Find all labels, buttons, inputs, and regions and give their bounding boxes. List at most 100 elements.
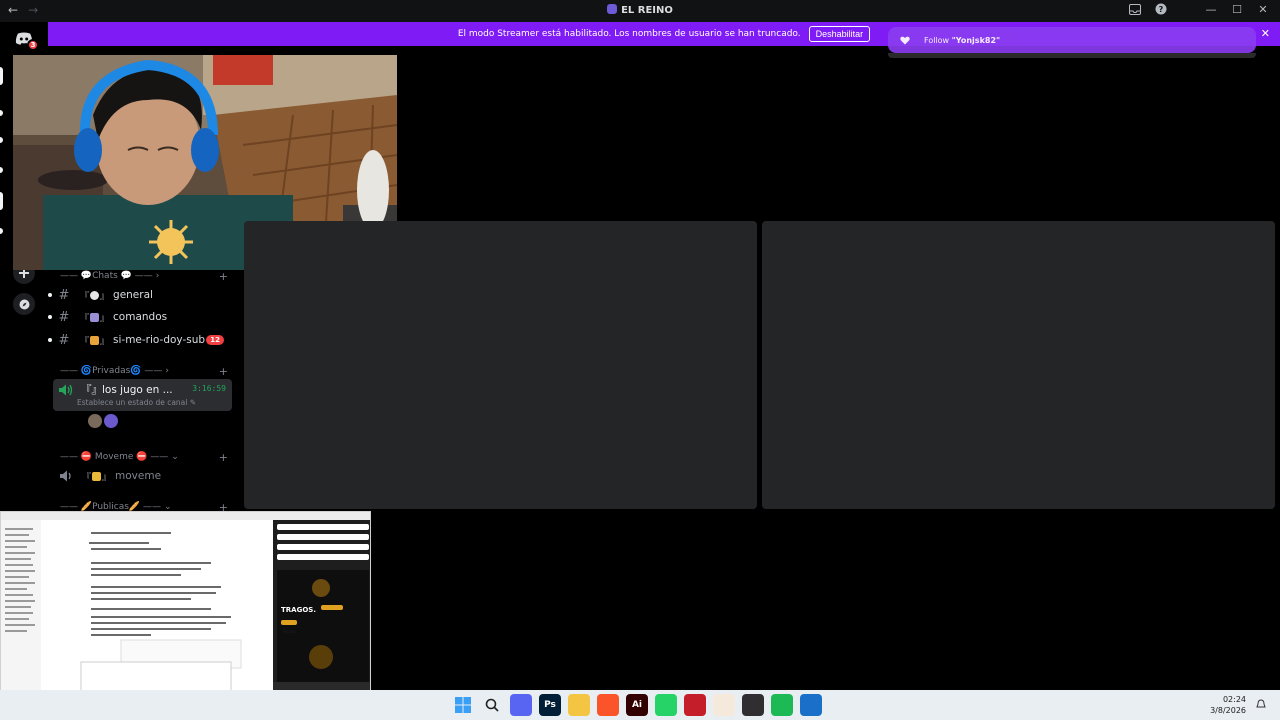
screen-heading: TRAGOS. [281,606,316,614]
shield-app-icon[interactable] [800,694,822,716]
inbox-icon[interactable] [1128,2,1142,16]
compass-icon [19,299,29,309]
channel-general[interactable]: # 『』 general [48,285,234,305]
category-privadas[interactable]: —— 🌀Privadas🌀 —— › + [60,365,228,378]
server-indicator [0,228,3,234]
gift-icon [90,335,100,345]
voice-channel-moveme[interactable]: 『』 moveme [54,466,234,486]
minimize-button[interactable]: — [1204,2,1218,16]
channel-emoji: 『』 [82,470,111,483]
bracket-close: 』 [102,472,112,483]
windows-start-icon[interactable] [452,694,474,716]
bracket-close: 』 [100,291,110,302]
video-editor-icon[interactable] [684,694,706,716]
follow-alert-text: Follow "Yonjsk82" [924,36,1000,45]
bracket-open: 『 [80,291,90,302]
banner-close-icon[interactable]: ✕ [1261,27,1270,40]
follow-prefix: Follow [924,35,950,45]
bracket-close: 』 [91,384,103,396]
screen-share-overlay: TRAGOS. Promo [0,511,371,710]
illustrator-icon[interactable]: Ai [626,694,648,716]
disable-streamer-mode-button[interactable]: Deshabilitar [808,26,871,42]
hash-icon: # [58,287,70,303]
window-title-text: EL REINO [621,5,673,16]
notification-badge: 3 [27,39,39,51]
video-tile-1[interactable] [244,221,757,509]
hash-icon: # [58,309,70,325]
bracket-open: 『 [80,313,90,324]
category-chats[interactable]: —— 💬Chats 💬 —— › + [60,270,228,283]
whatsapp-icon[interactable] [655,694,677,716]
help-icon[interactable]: ? [1154,2,1168,16]
channel-name: general [113,289,153,301]
close-button[interactable]: ✕ [1256,2,1270,16]
channel-name: si-me-rio-doy-sub [113,334,206,346]
channel-emoji: 『』 [80,334,109,347]
photoshop-icon[interactable]: Ps [539,694,561,716]
clock-time: 02:24 [1222,695,1246,704]
app-root: ← → EL REINO ? — ☐ ✕ 3 El modo Streamer … [0,0,1280,720]
server-icon [607,4,618,14]
add-channel-icon[interactable]: + [219,365,228,378]
category-label: —— 🌀Privadas🌀 —— [60,366,163,376]
obs-icon[interactable] [742,694,764,716]
bracket-open: 『 [80,336,90,347]
voice-timer: 3:16:59 [192,384,226,393]
bell-icon [92,471,102,481]
system-clock[interactable]: 02:24 3/8/2026 [1210,694,1246,716]
set-channel-status[interactable]: Establece un estado de canal ✎ [77,398,196,407]
toast-shadow [888,53,1256,58]
server-indicator [0,67,3,85]
speech-bubble-icon [90,290,100,300]
channel-emoji: 『』 [80,289,109,302]
bracket-open: 『 [81,384,92,396]
brave-icon[interactable] [597,694,619,716]
screen-promo-tag: Promo [283,629,296,634]
channel-emoji: 『』 [81,382,102,397]
server-indicator [0,110,3,116]
discover-button[interactable] [13,293,35,315]
title-bar: ← → EL REINO ? — ☐ ✕ [0,0,1280,22]
channel-comandos[interactable]: # 『』 comandos [48,307,234,327]
add-channel-icon[interactable]: + [219,270,228,283]
mention-badge: 12 [206,335,224,345]
voice-participants [88,414,118,428]
category-label: —— 💬Chats 💬 —— [60,271,153,281]
server-indicator [0,192,3,210]
unread-indicator [48,338,52,342]
server-indicator [0,167,3,173]
bracket-close: 』 [100,336,110,347]
category-moveme[interactable]: —— ⛔ Moveme ⛔ —— ⌄ + [60,451,228,464]
window-title: EL REINO [0,4,1280,16]
channel-name: moveme [115,470,162,482]
file-explorer-icon[interactable] [568,694,590,716]
notification-bell-icon[interactable] [1256,699,1266,709]
avatar[interactable] [88,414,102,428]
channel-si-me-rio-doy-sub[interactable]: # 『』 si-me-rio-doy-sub 12 [48,330,234,350]
add-channel-icon[interactable]: + [219,451,228,464]
chevron-right-icon: › [165,366,169,376]
heart-icon [900,36,910,44]
follow-alert: Follow "Yonjsk82" [888,27,1256,53]
svg-text:?: ? [1159,5,1164,14]
avatar[interactable] [104,414,118,428]
speaker-icon [60,470,71,482]
bracket-open: 『 [82,472,92,483]
chevron-right-icon: › [155,271,160,281]
maximize-button[interactable]: ☐ [1230,2,1244,16]
spotify-icon[interactable] [771,694,793,716]
server-indicator [0,137,3,143]
voice-channel-name: los jugo en ... [102,383,173,396]
discord-icon[interactable] [510,694,532,716]
bracket-close: 』 [100,313,110,324]
voice-channel-active[interactable]: 『』 los jugo en ... 3:16:59 Establece un … [53,379,232,411]
search-icon[interactable] [481,694,503,716]
windows-taskbar: Ps Ai 02:24 3/8/2026 [0,690,1280,720]
title-controls: ? — ☐ ✕ [1128,2,1270,16]
hash-icon: # [58,332,70,348]
taskbar-apps: Ps Ai [452,694,822,716]
speaker-icon [59,384,73,395]
robot-icon [90,312,100,322]
video-tile-2[interactable] [762,221,1275,509]
sun-app-icon[interactable] [713,694,735,716]
